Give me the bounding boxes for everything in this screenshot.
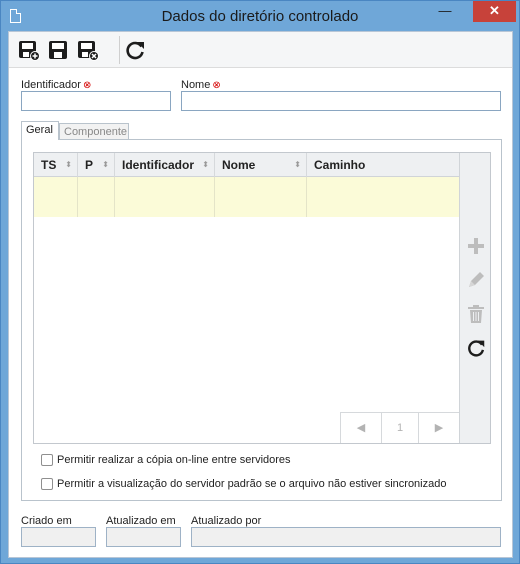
option-visualizacao-servidor[interactable]: Permitir a visualização do servidor padr…: [41, 478, 491, 492]
tab-panel-geral: TS⬍ P⬍ Identificador⬍ Nome⬍ Caminho: [21, 139, 502, 501]
dialog-window: Dados do diretório controlado — ✕ Identi…: [0, 0, 520, 564]
close-button[interactable]: ✕: [473, 1, 516, 22]
sort-icon: ⬍: [102, 160, 109, 169]
data-grid: TS⬍ P⬍ Identificador⬍ Nome⬍ Caminho: [33, 152, 491, 444]
dialog-content: Identificador ⊗ Nome ⊗ Geral Componente TS…: [8, 31, 513, 558]
required-icon: ⊗: [82, 80, 92, 91]
sort-icon: ⬍: [294, 160, 301, 169]
delete-button[interactable]: [465, 303, 487, 325]
column-header-p[interactable]: P ⬍: [78, 153, 115, 177]
add-icon: [468, 238, 484, 254]
table-cell: [78, 177, 115, 217]
identificador-input[interactable]: [21, 91, 171, 111]
prev-page-button[interactable]: ◀: [341, 413, 381, 443]
option-label: Permitir realizar a cópia on-line entre …: [57, 454, 291, 466]
criado-em-field: [21, 527, 96, 547]
column-header-nome[interactable]: Nome ⬍: [215, 153, 307, 177]
minimize-button[interactable]: —: [432, 1, 458, 22]
atualizado-em-label: Atualizado em: [106, 515, 176, 527]
sort-icon: ⬍: [65, 160, 72, 169]
title-bar[interactable]: Dados do diretório controlado — ✕: [1, 1, 519, 31]
next-page-button[interactable]: ▶: [419, 413, 459, 443]
option-copia-online[interactable]: Permitir realizar a cópia on-line entre …: [41, 454, 481, 468]
save-icon: [49, 41, 67, 59]
column-label: Nome: [222, 158, 256, 172]
atualizado-por-label: Atualizado por: [191, 515, 262, 527]
required-icon: ⊗: [212, 80, 221, 91]
column-header-ts[interactable]: TS ⬍: [34, 153, 78, 177]
table-cell: [34, 177, 78, 217]
option-label: Permitir a visualização do servidor padr…: [57, 478, 447, 490]
identificador-label: Identificador ⊗: [21, 79, 91, 91]
checkbox[interactable]: [41, 478, 53, 490]
grid-header: TS ⬍ P ⬍ Identificador ⬍ Nome ⬍ Caminho: [34, 153, 459, 177]
criado-em-label: Criado em: [21, 515, 72, 527]
edit-icon: [469, 272, 484, 287]
grid-body: TS⬍ P⬍ Identificador⬍ Nome⬍ Caminho: [34, 153, 459, 443]
edit-button[interactable]: [465, 269, 487, 291]
toolbar-separator: [119, 36, 120, 64]
grid-refresh-button[interactable]: [465, 337, 487, 359]
add-button[interactable]: [465, 235, 487, 257]
table-cell: [307, 177, 459, 217]
atualizado-em-field: [106, 527, 181, 547]
identificador-label-text: Identificador: [21, 79, 81, 91]
table-cell: [215, 177, 307, 217]
save-close-button[interactable]: [76, 38, 100, 62]
trash-icon: [468, 305, 484, 323]
atualizado-por-field: [191, 527, 501, 547]
nome-label: Nome ⊗: [181, 79, 221, 91]
save-button[interactable]: [46, 38, 70, 62]
save-new-icon: [19, 41, 40, 61]
refresh-button[interactable]: [123, 38, 147, 62]
sort-icon: ⬍: [202, 160, 209, 169]
column-label: TS: [41, 158, 57, 172]
column-label: Identificador: [122, 158, 195, 172]
checkbox[interactable]: [41, 454, 53, 466]
page-number: 1: [381, 413, 419, 443]
column-label: Caminho: [314, 158, 366, 172]
tab-geral[interactable]: Geral: [21, 121, 59, 140]
refresh-icon: [126, 41, 144, 60]
nome-label-text: Nome: [181, 79, 211, 91]
refresh-icon: [468, 340, 485, 357]
toolbar: [9, 32, 512, 68]
pager: ◀ 1 ▶: [340, 412, 459, 443]
grid-side-toolbar: [459, 153, 490, 443]
save-close-icon: [78, 41, 99, 61]
column-label: P: [85, 158, 94, 172]
save-new-button[interactable]: [17, 38, 41, 62]
nome-input[interactable]: [181, 91, 501, 111]
table-row[interactable]: [34, 177, 459, 217]
table-cell: [115, 177, 215, 217]
column-header-identificador[interactable]: Identificador ⬍: [115, 153, 215, 177]
column-header-caminho[interactable]: Caminho: [307, 153, 459, 177]
